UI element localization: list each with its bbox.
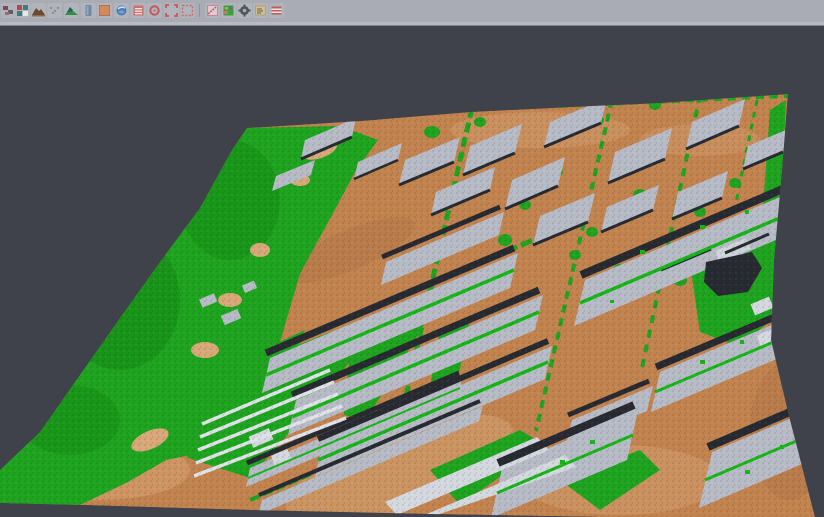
point-cloud-view[interactable]: [0, 0, 824, 517]
globe-icon[interactable]: [114, 3, 129, 18]
anchor-points-icon[interactable]: [1, 3, 16, 18]
pillar-icon[interactable]: [81, 3, 96, 18]
vegetation-icon[interactable]: [64, 3, 79, 18]
ortho-image-icon[interactable]: [97, 3, 112, 18]
application-window: [0, 0, 824, 517]
classified-map-icon[interactable]: [221, 3, 236, 18]
striped-red-icon[interactable]: [269, 3, 284, 18]
crop-frame-icon[interactable]: [164, 3, 179, 18]
sparse-points-icon[interactable]: [47, 3, 62, 18]
toolbar-separator: [199, 4, 200, 17]
dashed-frame-icon[interactable]: [180, 3, 195, 18]
red-ring-icon[interactable]: [147, 3, 162, 18]
register-pair-icon[interactable]: [15, 3, 30, 18]
red-list-icon[interactable]: [131, 3, 146, 18]
main-toolbar: [0, 0, 824, 25]
terrain-icon[interactable]: [31, 3, 46, 18]
viewport-3d[interactable]: [0, 0, 824, 517]
notes-icon[interactable]: [253, 3, 268, 18]
pink-region-icon[interactable]: [205, 3, 220, 18]
gear-icon[interactable]: [237, 3, 252, 18]
